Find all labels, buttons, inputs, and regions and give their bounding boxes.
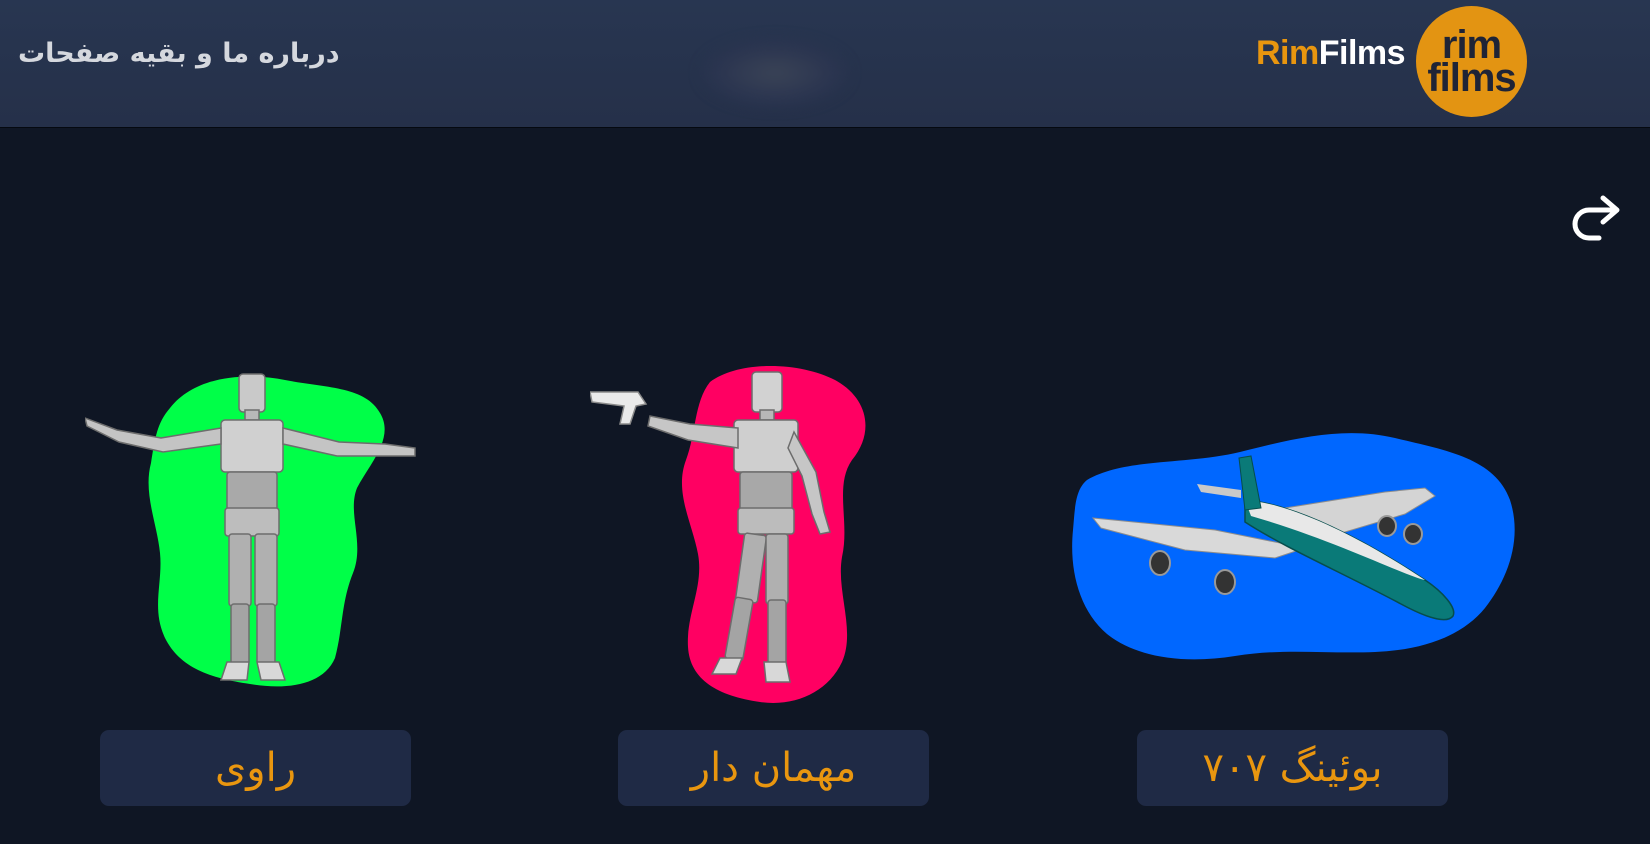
- narrator-character-art[interactable]: [85, 368, 435, 713]
- top-navbar: درباره ما و بقیه صفحات RimFilms rim film…: [0, 0, 1650, 128]
- narrator-card-label: راوی: [214, 745, 297, 791]
- flight-attendant-character-art[interactable]: [590, 362, 890, 722]
- logo-text-line2: films: [1427, 55, 1516, 100]
- boeing-707-card-label: بوئینگ ۷۰۷: [1202, 745, 1383, 791]
- narrator-card-button[interactable]: راوی: [100, 730, 411, 806]
- flight-attendant-card-button[interactable]: مهمان دار: [618, 730, 929, 806]
- brand-wordmark-rim: Rim: [1256, 34, 1319, 72]
- brand-wordmark[interactable]: RimFilms: [1256, 34, 1406, 73]
- boeing-707-card-button[interactable]: بوئینگ ۷۰۷: [1137, 730, 1448, 806]
- rimfilms-logo[interactable]: rim films: [1416, 6, 1527, 117]
- redo-arrow-icon[interactable]: [1565, 190, 1625, 246]
- flight-attendant-card-label: مهمان دار: [690, 745, 857, 791]
- about-and-pages-link[interactable]: درباره ما و بقیه صفحات: [18, 38, 340, 69]
- blurred-center-element: [700, 38, 850, 108]
- boeing-707-art[interactable]: [1065, 430, 1515, 670]
- brand-wordmark-films: Films: [1318, 34, 1406, 72]
